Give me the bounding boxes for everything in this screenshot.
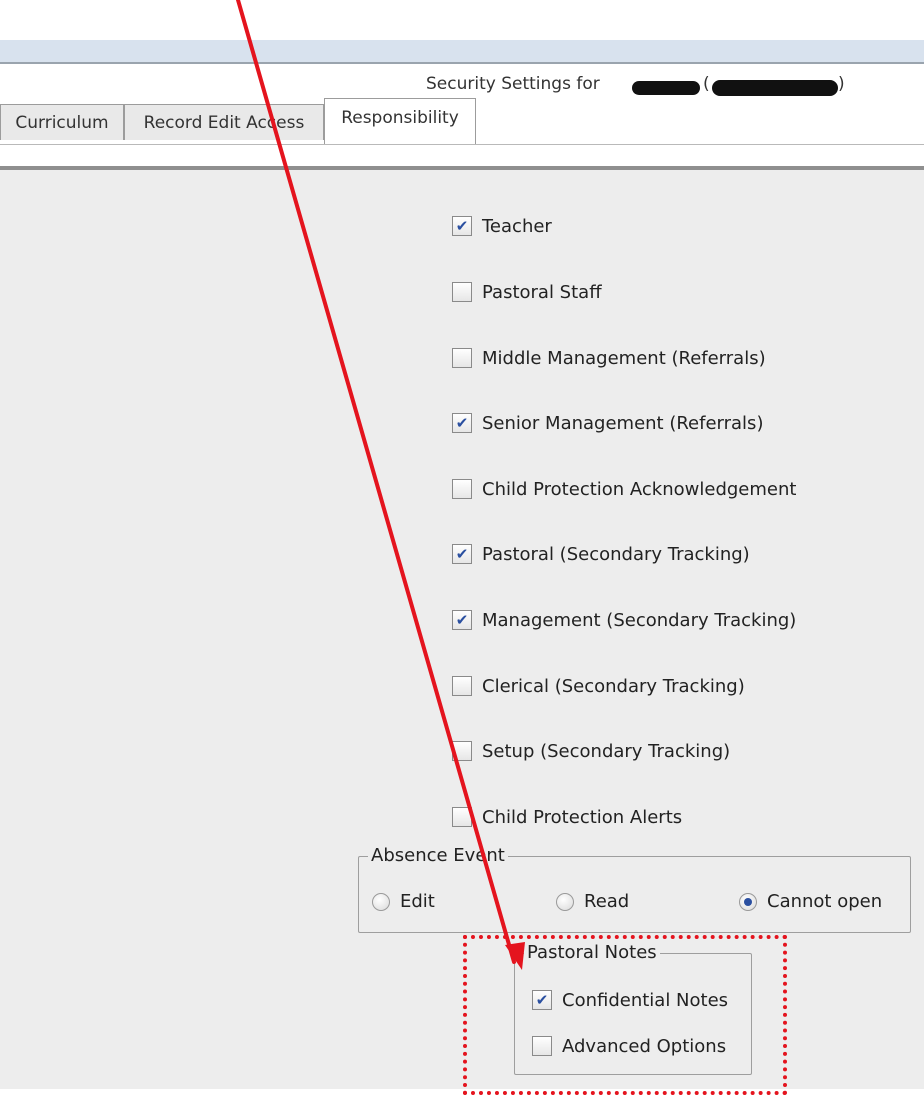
annotation-arrow-line [236, 0, 516, 964]
annotation-arrow-head [505, 942, 525, 970]
annotation-arrow [236, 0, 525, 970]
